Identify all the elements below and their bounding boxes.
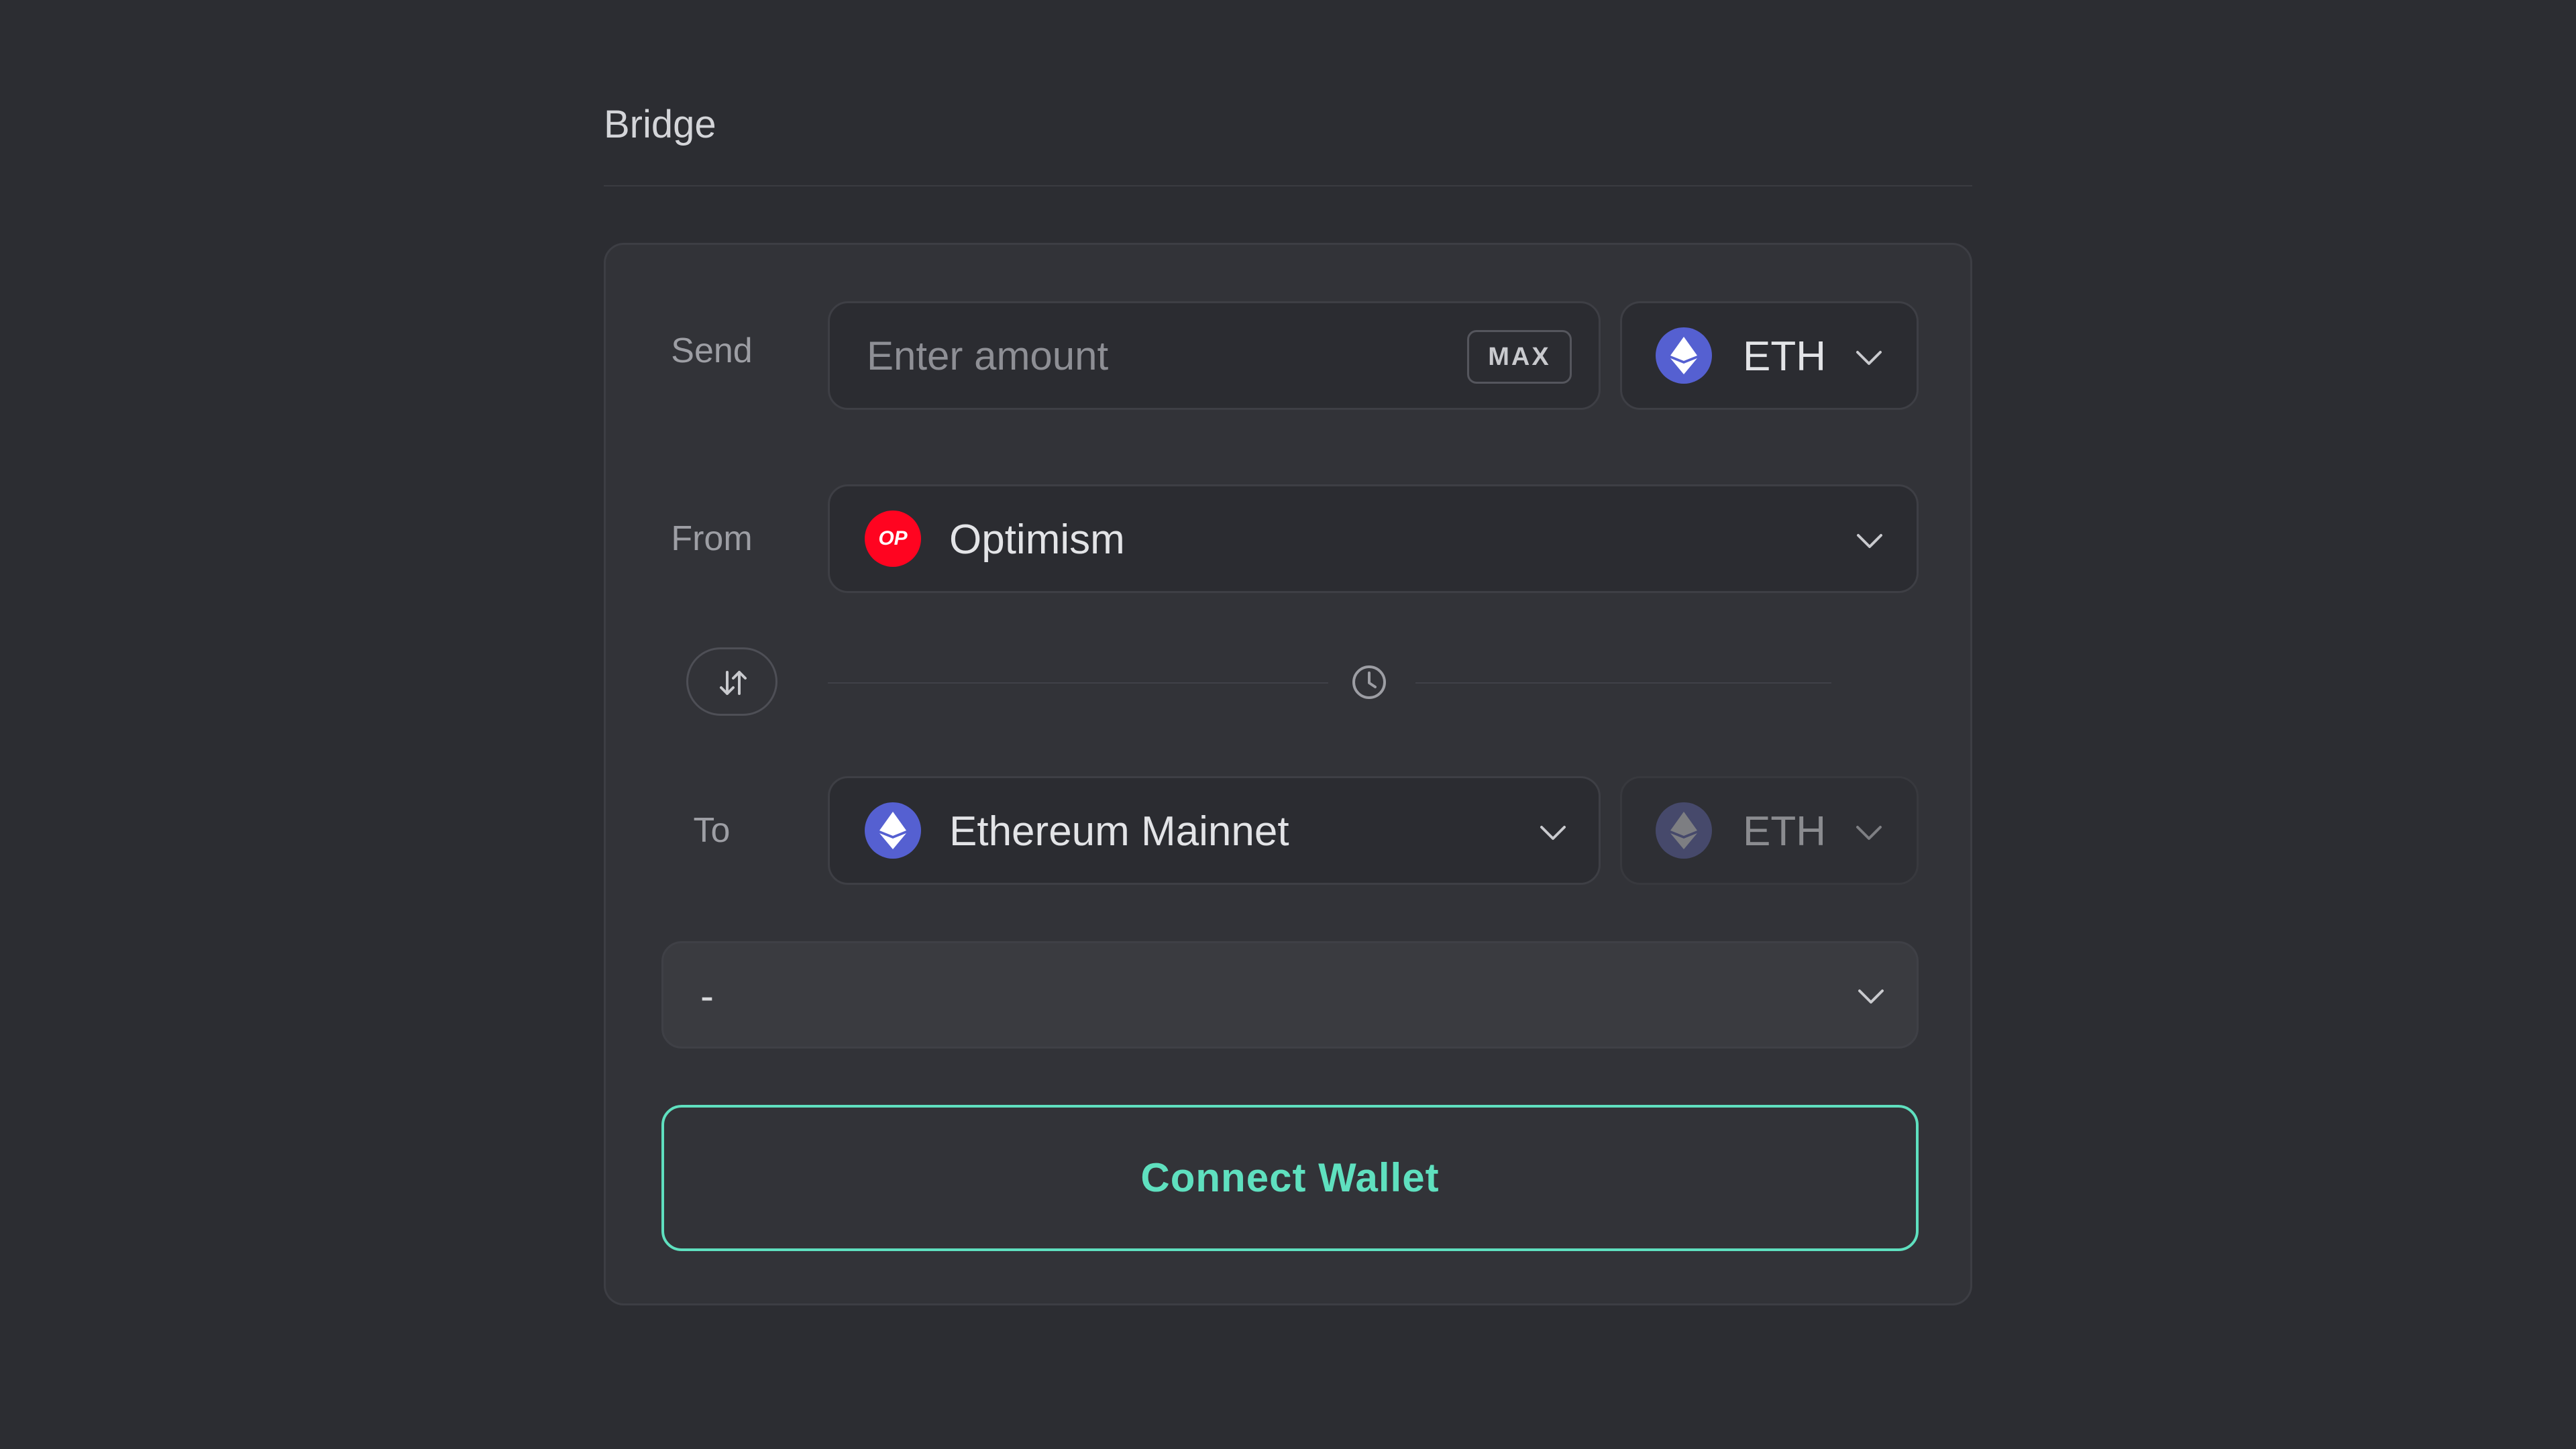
from-label: From bbox=[671, 519, 753, 558]
send-token-select[interactable]: ETH bbox=[1620, 301, 1919, 410]
eth-icon bbox=[865, 802, 921, 859]
to-network-name: Ethereum Mainnet bbox=[949, 808, 1289, 855]
to-label: To bbox=[693, 811, 731, 850]
optimism-icon: OP bbox=[865, 511, 921, 567]
send-label: Send bbox=[671, 331, 753, 370]
swap-direction-button[interactable] bbox=[686, 647, 777, 716]
chevron-down-icon bbox=[1857, 534, 1882, 548]
chevron-down-icon bbox=[1856, 826, 1882, 840]
route-value: - bbox=[700, 973, 714, 1018]
amount-placeholder: Enter amount bbox=[867, 333, 1109, 378]
divider-left bbox=[828, 682, 1328, 684]
eth-icon bbox=[1656, 327, 1712, 384]
page-title: Bridge bbox=[604, 103, 716, 146]
receive-token-select[interactable]: ETH bbox=[1620, 776, 1919, 885]
from-network-name: Optimism bbox=[949, 517, 1125, 563]
send-token-symbol: ETH bbox=[1743, 333, 1826, 380]
route-select[interactable]: - bbox=[661, 941, 1919, 1049]
eth-icon bbox=[1656, 802, 1712, 859]
bridge-page: Bridge Send Enter amount MAX ETH From OP bbox=[604, 0, 1972, 1305]
swap-arrows-icon bbox=[720, 671, 747, 695]
receive-token-symbol: ETH bbox=[1743, 808, 1826, 855]
chevron-down-icon bbox=[1856, 351, 1882, 365]
to-network-select[interactable]: Ethereum Mainnet bbox=[828, 776, 1601, 885]
from-network-select[interactable]: OP Optimism bbox=[828, 484, 1919, 593]
chevron-down-icon bbox=[1858, 989, 1884, 1004]
amount-input[interactable]: Enter amount MAX bbox=[828, 301, 1601, 410]
connect-wallet-button[interactable]: Connect Wallet bbox=[661, 1105, 1919, 1251]
bridge-card: Send Enter amount MAX ETH From OP Optimi… bbox=[604, 243, 1972, 1305]
page-header: Bridge bbox=[604, 0, 1972, 186]
clock-icon bbox=[1352, 665, 1386, 699]
max-button[interactable]: MAX bbox=[1467, 330, 1572, 384]
divider-right bbox=[1415, 682, 1831, 684]
chevron-down-icon bbox=[1540, 826, 1566, 840]
